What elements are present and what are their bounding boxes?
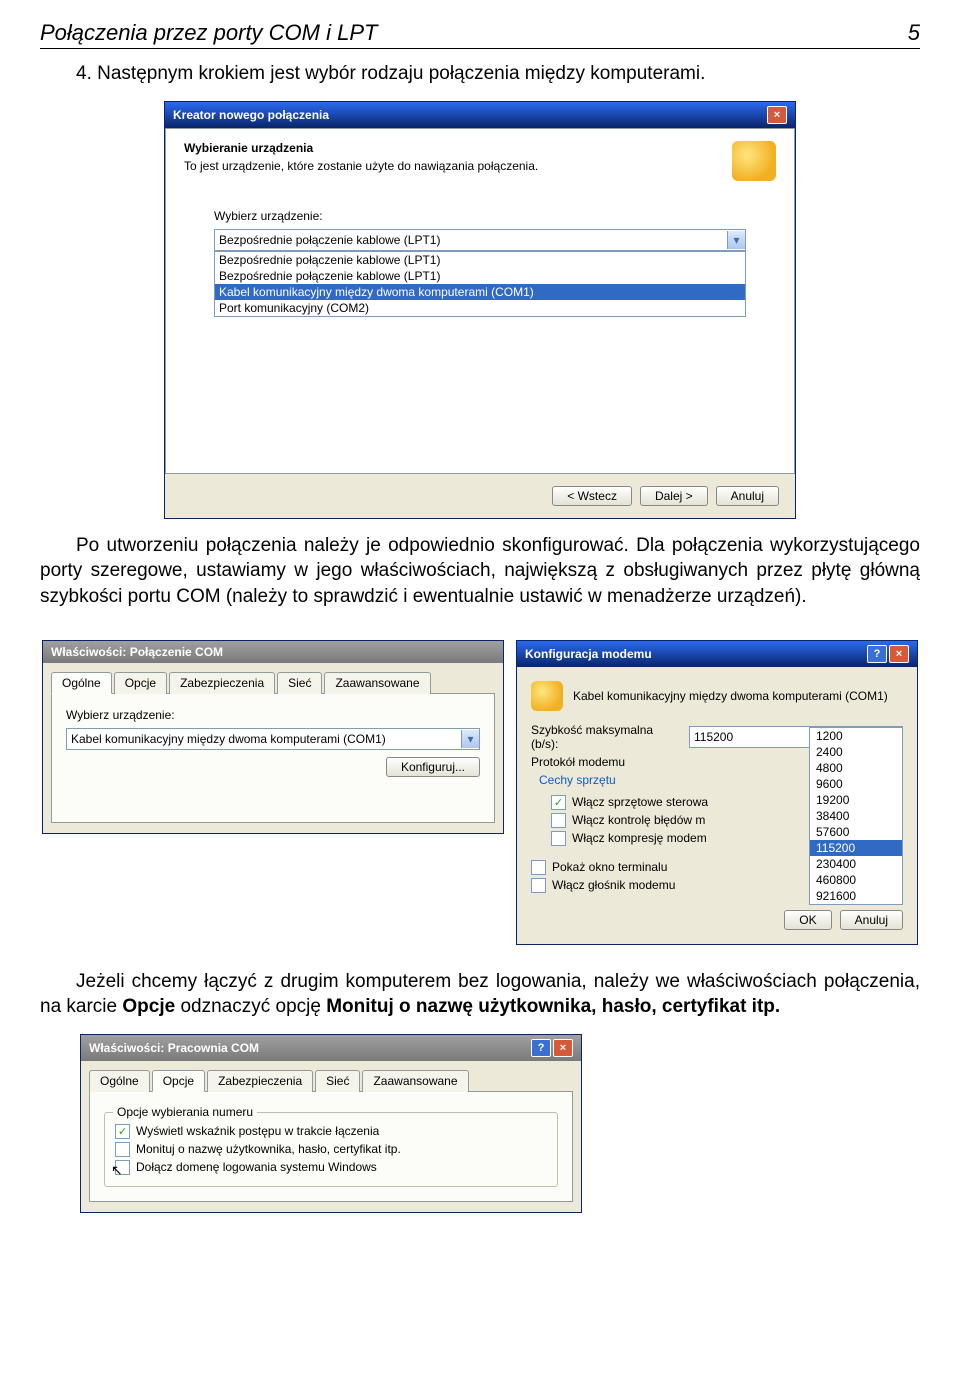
- list-item[interactable]: 230400: [810, 856, 902, 872]
- list-item[interactable]: 2400: [810, 744, 902, 760]
- paragraph-3-text: Jeżeli chcemy łączyć z drugim komputerem…: [40, 971, 920, 1018]
- properties-titlebar: Właściwości: Połączenie COM: [43, 641, 503, 663]
- group-legend: Opcje wybierania numeru: [113, 1105, 257, 1119]
- paragraph-1: 4. Następnym krokiem jest wybór rodzaju …: [40, 61, 920, 87]
- list-item[interactable]: 4800: [810, 760, 902, 776]
- wizard-dialog: Kreator nowego połączenia × Wybieranie u…: [164, 101, 796, 519]
- wizard-titlebar: Kreator nowego połączenia ×: [165, 102, 795, 128]
- modem-title: Konfiguracja modemu: [525, 647, 652, 661]
- speed-label: Szybkość maksymalna (b/s):: [531, 723, 681, 751]
- checkbox-icon[interactable]: [551, 831, 566, 846]
- checkbox-icon[interactable]: ✓: [115, 1124, 130, 1139]
- close-icon[interactable]: ×: [553, 1039, 573, 1057]
- list-item[interactable]: 460800: [810, 872, 902, 888]
- properties2-titlebar: Właściwości: Pracownia COM ? ×: [81, 1035, 581, 1061]
- list-item[interactable]: Bezpośrednie połączenie kablowe (LPT1): [215, 252, 745, 268]
- properties-dialog: Właściwości: Połączenie COM Ogólne Opcje…: [42, 640, 504, 834]
- device-select-label: Wybierz urządzenie:: [214, 209, 746, 223]
- device-combo-value: Kabel komunikacyjny między dwoma kompute…: [71, 732, 386, 746]
- dial-options-group: Opcje wybierania numeru ✓Wyświetl wskaźn…: [104, 1112, 558, 1187]
- properties-tabs: Ogólne Opcje Zabezpieczenia Sieć Zaawans…: [43, 663, 503, 693]
- chk-domain: Dołącz domenę logowania systemu Windows: [136, 1160, 377, 1174]
- close-icon[interactable]: ×: [889, 645, 909, 663]
- back-button[interactable]: < Wstecz: [552, 486, 632, 506]
- list-item[interactable]: 38400: [810, 808, 902, 824]
- device-listbox[interactable]: Bezpośrednie połączenie kablowe (LPT1) B…: [214, 251, 746, 317]
- tab-general[interactable]: Ogólne: [89, 1070, 150, 1092]
- tab-network[interactable]: Sieć: [315, 1070, 360, 1092]
- phone-icon: [732, 141, 776, 181]
- chk-prompt-creds: Monituj o nazwę użytkownika, hasło, cert…: [136, 1142, 401, 1156]
- properties2-dialog: Właściwości: Pracownia COM ? × Ogólne Op…: [80, 1034, 582, 1213]
- paragraph-3: Jeżeli chcemy łączyć z drugim komputerem…: [40, 969, 920, 1020]
- device-select[interactable]: Bezpośrednie połączenie kablowe (LPT1) ▾: [214, 229, 746, 251]
- tab-security[interactable]: Zabezpieczenia: [207, 1070, 313, 1092]
- tab-general[interactable]: Ogólne: [51, 672, 112, 694]
- chk-speaker: Włącz głośnik modemu: [552, 878, 675, 892]
- ok-button[interactable]: OK: [784, 910, 831, 930]
- page-number: 5: [908, 20, 920, 46]
- chevron-down-icon[interactable]: ▾: [461, 730, 479, 748]
- checkbox-icon[interactable]: [531, 878, 546, 893]
- device-select-value: Bezpośrednie połączenie kablowe (LPT1): [219, 233, 440, 247]
- wizard-heading: Wybieranie urządzenia: [184, 141, 313, 155]
- list-item[interactable]: Bezpośrednie połączenie kablowe (LPT1): [215, 268, 745, 284]
- checkbox-icon[interactable]: [115, 1142, 130, 1157]
- device-label: Wybierz urządzenie:: [66, 708, 480, 722]
- list-item[interactable]: 9600: [810, 776, 902, 792]
- page-title: Połączenia przez porty COM i LPT: [40, 20, 377, 46]
- modem-icon: [531, 681, 563, 711]
- close-icon[interactable]: ×: [767, 106, 787, 124]
- next-button[interactable]: Dalej >: [640, 486, 708, 506]
- chk-terminal: Pokaż okno terminalu: [552, 860, 667, 874]
- checkbox-icon[interactable]: [531, 860, 546, 875]
- chk-progress: Wyświetl wskaźnik postępu w trakcie łącz…: [136, 1124, 379, 1138]
- help-icon[interactable]: ?: [531, 1039, 551, 1057]
- speed-dropdown-list[interactable]: 1200 2400 4800 9600 19200 38400 57600 11…: [809, 727, 903, 905]
- list-item[interactable]: Kabel komunikacyjny między dwoma kompute…: [215, 284, 745, 300]
- wizard-subheading: To jest urządzenie, które zostanie użyte…: [184, 159, 538, 173]
- help-icon[interactable]: ?: [867, 645, 887, 663]
- list-item[interactable]: 115200: [810, 840, 902, 856]
- tab-options[interactable]: Opcje: [152, 1070, 205, 1092]
- paragraph-2: Po utworzeniu połączenia należy je odpow…: [40, 533, 920, 610]
- cursor-icon: ↖: [111, 1162, 123, 1179]
- modem-device-line: Kabel komunikacyjny między dwoma kompute…: [573, 689, 888, 703]
- device-combo[interactable]: Kabel komunikacyjny między dwoma kompute…: [66, 728, 480, 750]
- list-item[interactable]: 19200: [810, 792, 902, 808]
- list-item[interactable]: 57600: [810, 824, 902, 840]
- properties2-tabs: Ogólne Opcje Zabezpieczenia Sieć Zaawans…: [81, 1061, 581, 1091]
- chk-hw-flow: Włącz sprzętowe sterowa: [572, 795, 708, 809]
- wizard-title: Kreator nowego połączenia: [173, 108, 329, 122]
- cancel-button[interactable]: Anuluj: [840, 910, 903, 930]
- tab-security[interactable]: Zabezpieczenia: [169, 672, 275, 694]
- list-item[interactable]: Port komunikacyjny (COM2): [215, 300, 745, 316]
- modem-config-dialog: Konfiguracja modemu ? × Kabel komunikacy…: [516, 640, 918, 945]
- properties-title: Właściwości: Połączenie COM: [51, 645, 223, 659]
- properties2-title: Właściwości: Pracownia COM: [89, 1041, 259, 1055]
- modem-titlebar: Konfiguracja modemu ? ×: [517, 641, 917, 667]
- protocol-label: Protokół modemu: [531, 755, 681, 769]
- chk-error-control: Włącz kontrolę błędów m: [572, 813, 705, 827]
- checkbox-icon[interactable]: ✓: [551, 795, 566, 810]
- chevron-down-icon[interactable]: ▾: [727, 231, 745, 249]
- wizard-buttons: < Wstecz Dalej > Anuluj: [165, 474, 795, 518]
- tab-network[interactable]: Sieć: [277, 672, 322, 694]
- cancel-button[interactable]: Anuluj: [716, 486, 779, 506]
- list-item[interactable]: 921600: [810, 888, 902, 904]
- configure-button[interactable]: Konfiguruj...: [386, 757, 480, 777]
- list-item[interactable]: 1200: [810, 728, 902, 744]
- checkbox-icon[interactable]: [551, 813, 566, 828]
- tab-options[interactable]: Opcje: [114, 672, 167, 694]
- chk-compression: Włącz kompresję modem: [572, 831, 707, 845]
- tab-advanced[interactable]: Zaawansowane: [324, 672, 430, 694]
- tab-advanced[interactable]: Zaawansowane: [362, 1070, 468, 1092]
- speed-value: 115200: [694, 730, 733, 744]
